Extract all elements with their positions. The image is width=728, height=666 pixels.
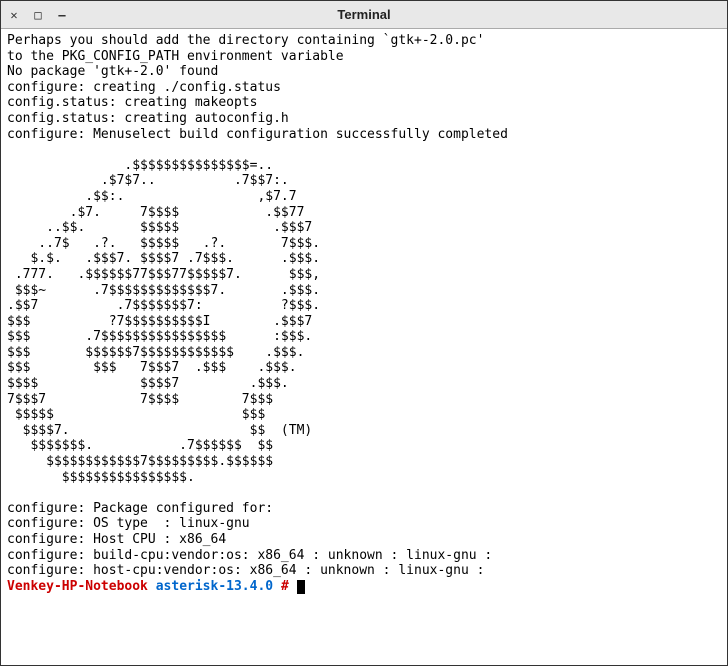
line: configure: build-cpu:vendor:os: x86_64 :… — [7, 548, 492, 563]
prompt-symbol: # — [281, 579, 289, 594]
window-title: Terminal — [337, 7, 390, 22]
line: $$$$ $$$$7 .$$$. — [7, 376, 289, 391]
line: $$$ .7$$$$$$$$$$$$$$$$ :$$$. — [7, 329, 312, 344]
maximize-icon[interactable]: □ — [31, 8, 45, 22]
window-controls: ✕ □ – — [7, 8, 69, 22]
line: .$$:. ,$7.7 — [7, 189, 297, 204]
minimize-icon[interactable]: – — [55, 8, 69, 22]
line: $$$$$$$$$$$$$$$$. — [7, 470, 195, 485]
line: config.status: creating makeopts — [7, 95, 257, 110]
line: .$$$$$$$$$$$$$$$=.. — [7, 158, 273, 173]
line: $$$$$ $$$ — [7, 407, 265, 422]
line: No package 'gtk+-2.0' found — [7, 64, 218, 79]
prompt-dir: asterisk-13.4.0 — [156, 579, 273, 594]
line: configure: Package configured for: — [7, 501, 273, 516]
line: $.$. .$$$7. $$$$7 .7$$$. .$$$. — [7, 251, 320, 266]
line: $$$ ?7$$$$$$$$$$I .$$$7 — [7, 314, 312, 329]
line: Perhaps you should add the directory con… — [7, 33, 484, 48]
cursor — [297, 580, 305, 594]
prompt-host: Venkey-HP-Notebook — [7, 579, 148, 594]
line: $$$~ .7$$$$$$$$$$$$$7. .$$$. — [7, 283, 320, 298]
line: $$$$$$$$$$$$7$$$$$$$$$.$$$$$$ — [7, 454, 273, 469]
line: $$$$7. $$ (TM) — [7, 423, 312, 438]
line: ..$$. $$$$$ .$$$7 — [7, 220, 312, 235]
titlebar: ✕ □ – Terminal — [1, 1, 727, 29]
line: .$7$7.. .7$$7:. — [7, 173, 289, 188]
line: config.status: creating autoconfig.h — [7, 111, 289, 126]
line: 7$$$7 7$$$$ 7$$$ — [7, 392, 273, 407]
close-icon[interactable]: ✕ — [7, 8, 21, 22]
line: $$$ $$$$$$7$$$$$$$$$$$$ .$$$. — [7, 345, 304, 360]
line: $$$ $$$ 7$$$7 .$$$ .$$$. — [7, 360, 297, 375]
line: configure: host-cpu:vendor:os: x86_64 : … — [7, 563, 484, 578]
terminal-window: ✕ □ – Terminal Perhaps you should add th… — [0, 0, 728, 666]
line: configure: Menuselect build configuratio… — [7, 127, 508, 142]
line: configure: creating ./config.status — [7, 80, 281, 95]
line: configure: OS type : linux-gnu — [7, 516, 250, 531]
line: configure: Host CPU : x86_64 — [7, 532, 226, 547]
terminal-content[interactable]: Perhaps you should add the directory con… — [1, 29, 727, 665]
line: .$$7 .7$$$$$$$7: ?$$$. — [7, 298, 320, 313]
line: to the PKG_CONFIG_PATH environment varia… — [7, 49, 344, 64]
line: ..7$ .?. $$$$$ .?. 7$$$. — [7, 236, 320, 251]
line: .$7. 7$$$$ .$$77 — [7, 205, 304, 220]
line: $$$$$$$. .7$$$$$$ $$ — [7, 438, 273, 453]
line: .777. .$$$$$$77$$$77$$$$$7. $$$, — [7, 267, 320, 282]
